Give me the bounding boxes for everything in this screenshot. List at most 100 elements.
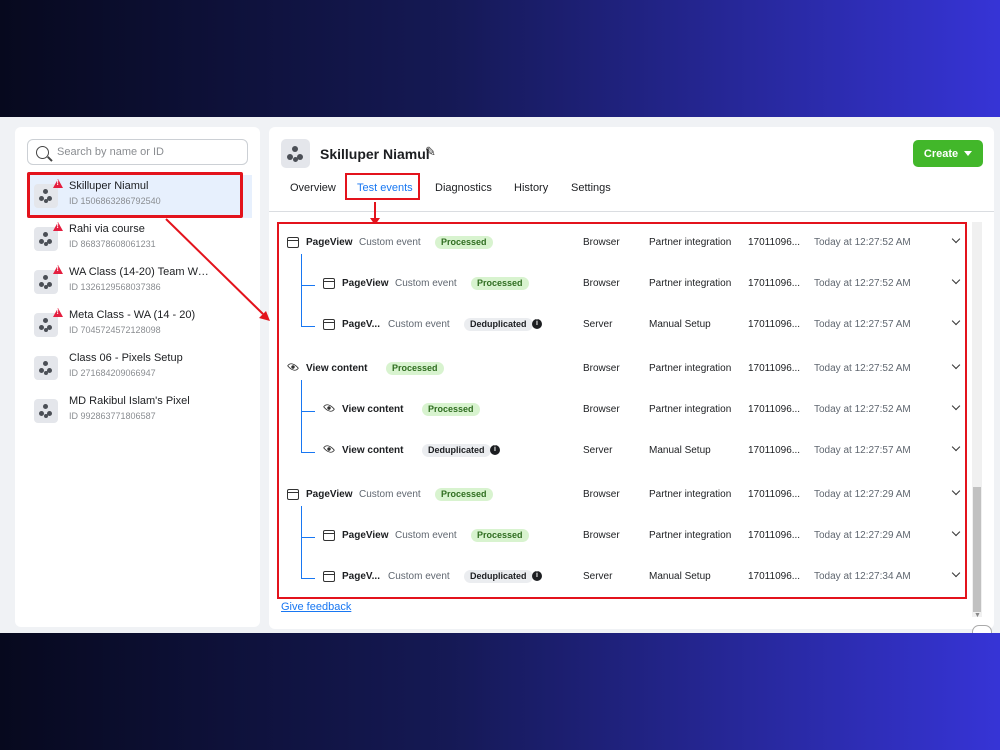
event-name: View content — [306, 363, 368, 374]
event-type: Custom event — [395, 278, 457, 289]
scroll-down-icon[interactable]: ▼ — [974, 612, 981, 619]
pixel-list-item[interactable]: Class 06 - Pixels Setup ID 27168420906694… — [27, 347, 252, 390]
pixel-list-item[interactable]: Rahi via course ID 868378608061231 — [27, 218, 252, 261]
tree-connector — [301, 326, 315, 327]
event-time: Today at 12:27:57 AM — [814, 445, 911, 456]
pixel-name: WA Class (14-20) Team Wor... — [69, 266, 214, 278]
tab-overview[interactable]: Overview — [290, 182, 336, 194]
pixel-name: Rahi via course — [69, 223, 145, 235]
event-row[interactable]: View content Processed Browser Partner inte… — [279, 391, 965, 431]
pixel-avatar-icon — [281, 139, 310, 168]
status-badge: Processed — [435, 236, 493, 249]
event-time: Today at 12:27:34 AM — [814, 571, 911, 582]
test-events-list: PageView Custom event Processed Browser Part… — [277, 222, 967, 599]
event-source: Browser — [583, 363, 620, 374]
scrollbar[interactable]: ▼ — [972, 222, 982, 619]
event-row[interactable]: PageView Custom event Processed Browser Part… — [279, 265, 965, 305]
info-icon[interactable]: i — [532, 319, 542, 329]
event-id: 17011096... — [748, 278, 801, 289]
status-badge: Processed — [471, 529, 529, 542]
pixel-icon — [34, 356, 58, 380]
eye-icon — [286, 360, 300, 374]
chevron-down-icon[interactable] — [951, 316, 961, 326]
chevron-down-icon[interactable] — [951, 486, 961, 496]
warning-icon — [53, 308, 63, 317]
tree-connector — [301, 506, 302, 578]
event-row[interactable]: PageV... Custom event Deduplicated i Server M… — [279, 306, 965, 346]
event-id: 17011096... — [748, 319, 801, 330]
event-id: 17011096... — [748, 571, 801, 582]
status-badge: Processed — [422, 403, 480, 416]
event-source: Server — [583, 319, 613, 330]
chevron-down-icon[interactable] — [951, 360, 961, 370]
info-icon[interactable]: i — [490, 445, 500, 455]
event-row[interactable]: PageView Custom event Processed Browser Part… — [279, 517, 965, 557]
event-source: Browser — [583, 404, 620, 415]
event-source: Browser — [583, 278, 620, 289]
search-placeholder: Search by name or ID — [57, 146, 164, 158]
pixel-id: ID 1326129568037386 — [69, 282, 161, 292]
chevron-down-icon[interactable] — [951, 401, 961, 411]
give-feedback-link[interactable]: Give feedback — [281, 601, 351, 613]
tab-settings[interactable]: Settings — [571, 182, 611, 194]
event-row[interactable]: View content Deduplicated i Server Manual Se… — [279, 432, 965, 472]
create-button[interactable]: Create — [913, 140, 983, 167]
event-name: PageV... — [342, 319, 380, 330]
warning-icon — [53, 222, 63, 231]
pixel-id: ID 992863771806587 — [69, 411, 156, 421]
help-icon[interactable] — [972, 625, 992, 633]
pixel-list-item[interactable]: MD Rakibul Islam's Pixel ID 9928637718065… — [27, 390, 252, 433]
tree-connector — [301, 452, 315, 453]
status-badge: Processed — [386, 362, 444, 375]
status-badge: Deduplicated — [422, 444, 491, 457]
pencil-icon[interactable]: ✎ — [425, 144, 436, 160]
event-name: PageV... — [342, 571, 380, 582]
event-id: 17011096... — [748, 363, 801, 374]
setup-method: Partner integration — [649, 489, 732, 500]
event-time: Today at 12:27:52 AM — [814, 278, 911, 289]
search-input[interactable]: Search by name or ID — [27, 139, 248, 165]
chevron-down-icon[interactable] — [951, 442, 961, 452]
event-row[interactable]: PageView Custom event Processed Browser Part… — [279, 476, 965, 516]
event-name: PageView — [342, 278, 389, 289]
event-row[interactable]: PageView Custom event Processed Browser Part… — [279, 224, 965, 264]
tab-diagnostics[interactable]: Diagnostics — [435, 182, 492, 194]
tree-connector — [301, 537, 315, 538]
scrollbar-thumb[interactable] — [973, 487, 981, 612]
chevron-down-icon[interactable] — [951, 568, 961, 578]
page-title: Skilluper Niamul — [320, 146, 430, 162]
page-icon — [323, 571, 335, 582]
setup-method: Manual Setup — [649, 571, 711, 582]
selected-pixel-highlight — [27, 172, 243, 218]
tree-connector — [301, 411, 315, 412]
event-type: Custom event — [395, 530, 457, 541]
event-row[interactable]: View content Processed Browser Partner inte… — [279, 350, 965, 390]
tab-history[interactable]: History — [514, 182, 548, 194]
info-icon[interactable]: i — [532, 571, 542, 581]
setup-method: Partner integration — [649, 237, 732, 248]
event-name: PageView — [306, 237, 353, 248]
tree-connector — [301, 254, 302, 326]
pixel-name: Meta Class - WA (14 - 20) — [69, 309, 196, 321]
active-tab-highlight — [345, 173, 420, 200]
chevron-down-icon[interactable] — [951, 275, 961, 285]
status-badge: Processed — [435, 488, 493, 501]
setup-method: Partner integration — [649, 404, 732, 415]
chevron-down-icon[interactable] — [951, 234, 961, 244]
pixel-list-item[interactable]: WA Class (14-20) Team Wor... ID 132612956… — [27, 261, 252, 304]
event-name: PageView — [342, 530, 389, 541]
event-type: Custom event — [359, 489, 421, 500]
event-source: Server — [583, 445, 613, 456]
event-time: Today at 12:27:52 AM — [814, 404, 911, 415]
page-icon — [287, 237, 299, 248]
status-badge: Deduplicated — [464, 570, 533, 583]
event-row[interactable]: PageV... Custom event Deduplicated i Server M… — [279, 558, 965, 598]
status-badge: Deduplicated — [464, 318, 533, 331]
pixel-name: Class 06 - Pixels Setup — [69, 352, 183, 364]
setup-method: Partner integration — [649, 530, 732, 541]
chevron-down-icon[interactable] — [951, 527, 961, 537]
status-badge: Processed — [471, 277, 529, 290]
pixel-list-item[interactable]: Meta Class - WA (14 - 20) ID 704572457212… — [27, 304, 252, 347]
event-time: Today at 12:27:29 AM — [814, 530, 911, 541]
page-icon — [323, 278, 335, 289]
